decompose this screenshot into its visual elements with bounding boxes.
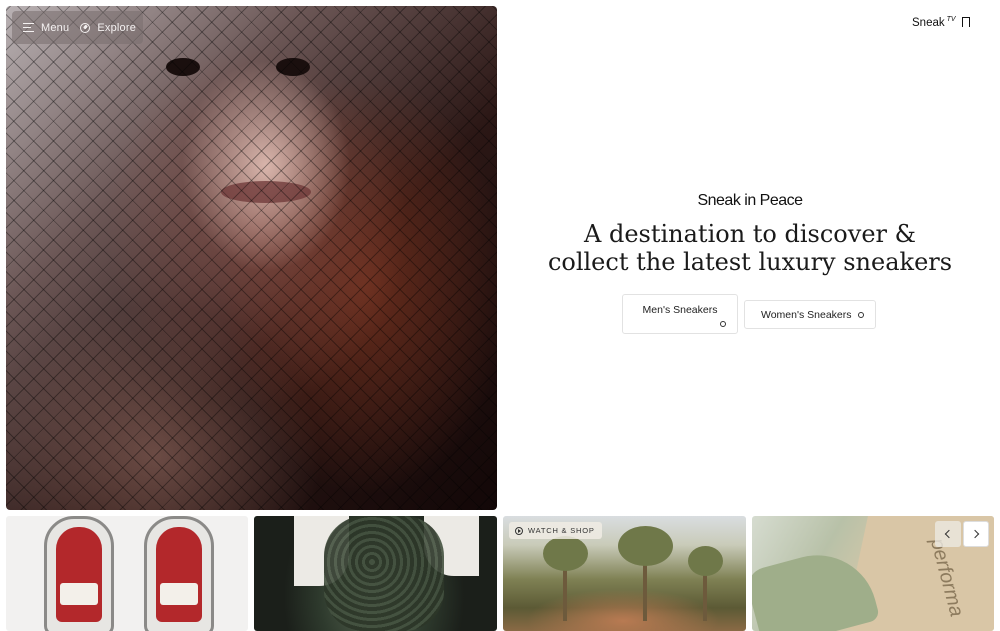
sneaker-image: [44, 516, 114, 631]
play-icon: [515, 526, 523, 535]
page-headline: A destination to discover & collect the …: [547, 220, 953, 276]
watch-shop-badge: WATCH & SHOP: [509, 522, 602, 539]
carousel-prev-button[interactable]: [935, 521, 961, 547]
explore-button[interactable]: Explore: [76, 22, 136, 34]
compass-icon: [80, 22, 91, 33]
hero-image: [6, 6, 497, 510]
brand-name: Sneak: [912, 16, 945, 29]
carousel-card-2[interactable]: [254, 516, 497, 631]
site-logo: Sneak in Peace: [697, 192, 803, 209]
mens-sneakers-button[interactable]: Men's Sneakers: [622, 294, 738, 334]
carousel-card-1[interactable]: [6, 516, 248, 631]
womens-sneakers-button[interactable]: Women's Sneakers: [744, 300, 876, 329]
top-nav: Menu Explore: [12, 11, 143, 44]
bookmark-button[interactable]: [957, 12, 975, 32]
mens-sneakers-label: Men's Sneakers: [642, 304, 718, 316]
watch-shop-label: WATCH & SHOP: [528, 526, 595, 535]
circle-icon: [858, 312, 864, 318]
menu-button[interactable]: Menu: [23, 22, 69, 34]
brand-superscript: TV: [946, 16, 956, 23]
menu-icon: [23, 23, 34, 33]
chevron-left-icon: [944, 529, 954, 539]
menu-label: Menu: [41, 21, 70, 34]
explore-label: Explore: [97, 21, 137, 34]
brand-link[interactable]: Sneak TV: [912, 16, 956, 29]
hero-veil-overlay: [6, 6, 497, 510]
circle-icon: [720, 321, 726, 327]
leopard-pattern-image: [324, 516, 444, 631]
womens-sneakers-label: Women's Sneakers: [761, 309, 852, 321]
chevron-right-icon: [970, 529, 980, 539]
carousel-next-button[interactable]: [963, 521, 989, 547]
bookmark-icon: [961, 17, 970, 31]
sneaker-image: [144, 516, 214, 631]
